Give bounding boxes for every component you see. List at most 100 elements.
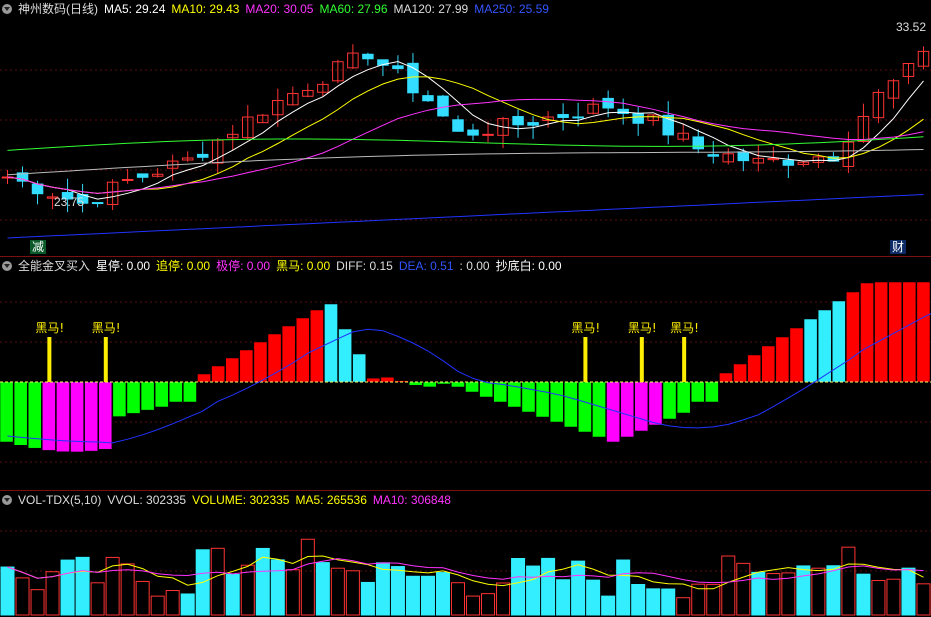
ma20-line (8, 99, 924, 193)
volume-bar (46, 572, 59, 615)
volume-bar (857, 574, 870, 615)
signal-marker-label: 黑马! (571, 321, 600, 335)
volume-bar (812, 568, 825, 615)
volume-bar (256, 548, 269, 615)
candle-body (528, 123, 539, 126)
candle-body (423, 96, 434, 101)
signal-bar (240, 350, 253, 382)
candle-body (393, 66, 404, 69)
signal-bar (719, 373, 732, 382)
volume-bar (361, 582, 374, 615)
signal-bar (451, 382, 464, 387)
candle-body (633, 113, 644, 123)
candle-body (483, 134, 494, 135)
signal-bar (790, 328, 803, 382)
volume-bar (917, 584, 930, 615)
volume-bar (782, 573, 795, 615)
signal_panel-indicator-7: 抄底白: 0.00 (496, 259, 562, 273)
ma5-line (8, 62, 924, 200)
volume-bar (61, 560, 74, 615)
volume-bar (827, 566, 840, 615)
candle-body (468, 130, 479, 135)
volume_panel-indicator-2: MA5: 265536 (295, 493, 366, 507)
volume-bar (587, 580, 600, 615)
panel-menu-icon[interactable] (2, 495, 12, 505)
signal-panel-title: 全能金叉买入 (18, 259, 90, 273)
signal-bar (169, 382, 182, 402)
signal-bar (296, 318, 309, 382)
signal-bar (367, 378, 380, 382)
signal-bar (691, 382, 704, 402)
volume-bar (677, 598, 690, 615)
volume_panel-indicator-3: MA10: 306848 (373, 493, 451, 507)
signal-bar (860, 283, 873, 382)
volume-bar (376, 563, 389, 615)
volume-bar (316, 563, 329, 615)
volume-bar (271, 560, 284, 615)
event-marker-right[interactable]: 财 (890, 240, 906, 254)
signal-panel-header: 全能金叉买入星停: 0.00追停: 0.00极停: 0.00黑马: 0.00DI… (2, 258, 574, 274)
signal-histogram[interactable]: 黑马!黑马!黑马!黑马!黑马! (0, 257, 931, 491)
volume-bar (406, 576, 419, 615)
volume_panel-indicator-1: VOLUME: 302335 (192, 493, 289, 507)
signal-bar (480, 382, 493, 397)
volume-bar (181, 594, 194, 615)
signal-marker-label: 黑马! (92, 321, 121, 335)
price-panel[interactable]: 神州数码(日线)MA5: 29.24MA10: 29.43MA20: 30.05… (0, 0, 931, 256)
volume-bar (436, 573, 449, 615)
price_panel-indicator-1: MA10: 29.43 (171, 2, 239, 16)
volume-bar (1, 567, 14, 615)
signal-bar (677, 382, 690, 413)
price_panel-indicator-0: MA5: 29.24 (104, 2, 165, 16)
signal-bar (804, 319, 817, 382)
candlestick-chart[interactable] (0, 0, 931, 256)
candle-body (603, 98, 614, 108)
volume-bar (617, 560, 630, 615)
signal-bar (99, 382, 112, 449)
signal_panel-indicator-0: 星停: 0.00 (96, 259, 150, 273)
signal-bar (183, 382, 196, 402)
signal-marker-label: 黑马! (628, 321, 657, 335)
signal_panel-indicator-3: 黑马: 0.00 (276, 259, 330, 273)
signal-panel[interactable]: 全能金叉买入星停: 0.00追停: 0.00极停: 0.00黑马: 0.00DI… (0, 256, 931, 490)
signal-bar (282, 326, 295, 382)
signal-bar (353, 354, 366, 382)
candle-body (573, 117, 584, 118)
signal-bar (592, 382, 605, 437)
volume-bar (722, 556, 735, 615)
volume-bar (467, 596, 480, 615)
volume-bar (211, 548, 224, 615)
signal-bar (762, 346, 775, 382)
volume-bar (662, 589, 675, 615)
candle-body (693, 137, 704, 149)
signal-bar (917, 282, 930, 382)
volume-bar (346, 571, 359, 615)
price-panel-header: 神州数码(日线)MA5: 29.24MA10: 29.43MA20: 30.05… (2, 1, 561, 17)
panel-menu-icon[interactable] (2, 261, 12, 271)
signal-bar (550, 382, 563, 422)
volume-bar (632, 584, 645, 615)
vol-ma5-line (8, 556, 924, 589)
price_panel-indicator-4: MA120: 27.99 (394, 2, 469, 16)
signal-bar (197, 374, 210, 382)
event-marker-left[interactable]: 减 (30, 240, 46, 254)
volume-bar (647, 589, 660, 615)
signal-bar (310, 310, 323, 382)
volume-bar (76, 557, 89, 615)
price_panel-indicator-5: MA250: 25.59 (474, 2, 549, 16)
volume-bar (121, 564, 134, 615)
volume-bar (136, 581, 149, 615)
volume-panel-title: VOL-TDX(5,10) (18, 493, 101, 507)
signal-bar (522, 382, 535, 412)
ma250-line (8, 195, 924, 239)
panel-menu-icon[interactable] (2, 4, 12, 14)
signal-bar (437, 382, 450, 384)
low-price-label: 23.75 (52, 195, 86, 209)
signal-bar (564, 382, 577, 427)
signal-bar (268, 334, 281, 382)
signal-bar (621, 382, 634, 437)
volume-chart[interactable] (0, 491, 931, 617)
candle-body (363, 54, 374, 59)
volume-panel[interactable]: VOL-TDX(5,10)VVOL: 302335VOLUME: 302335M… (0, 490, 931, 616)
signal-bar (818, 310, 831, 382)
